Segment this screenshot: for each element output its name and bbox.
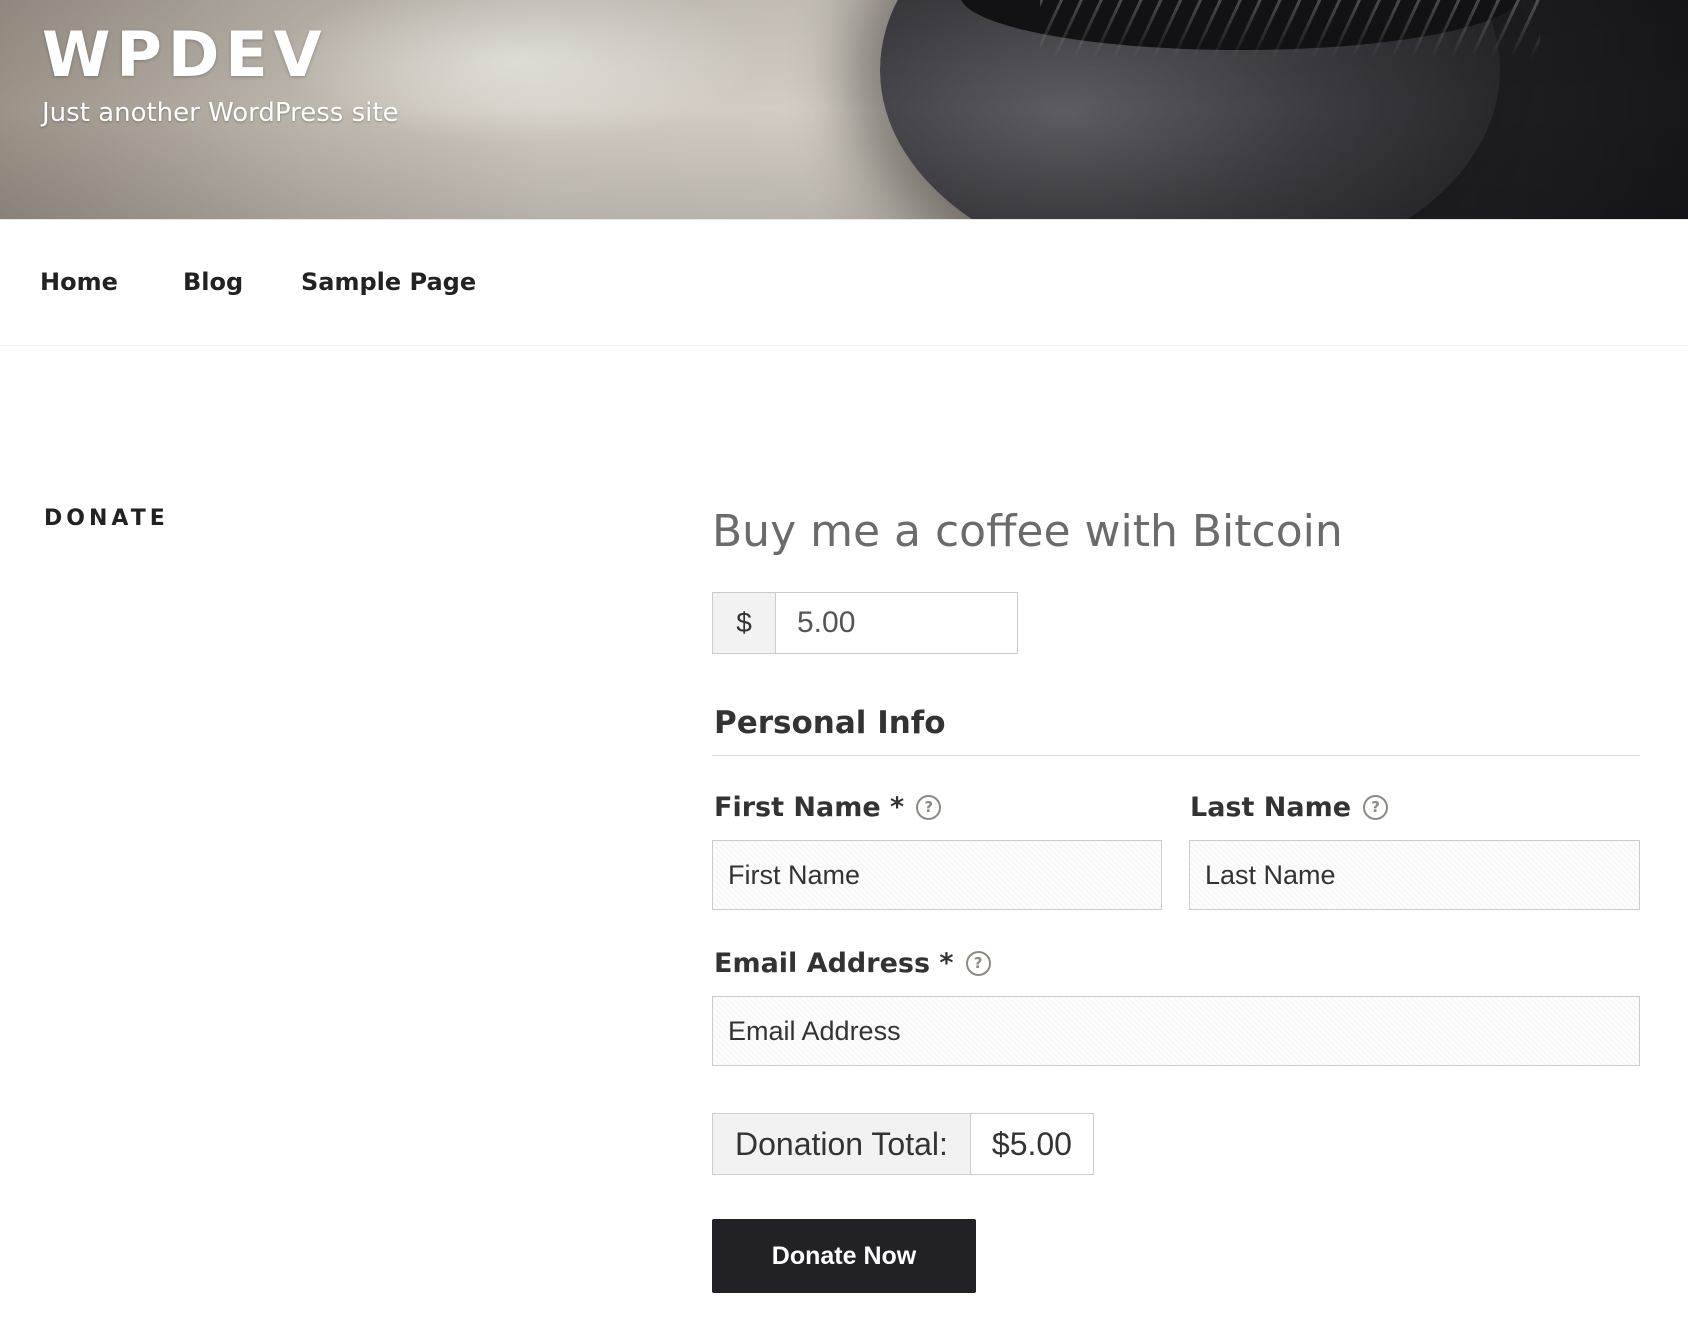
email-label: Email Address * ? (714, 948, 991, 979)
main-navigation: Home Blog Sample Page (0, 219, 1688, 346)
nav-item-home[interactable]: Home (40, 268, 118, 296)
site-header: WPDEV Just another WordPress site (0, 0, 1688, 219)
question-circle-icon[interactable]: ? (916, 795, 942, 820)
section-divider (712, 755, 1640, 756)
form-title: Buy me a coffee with Bitcoin (712, 506, 1343, 557)
site-title[interactable]: WPDEV (42, 18, 328, 91)
currency-symbol: $ (713, 593, 776, 653)
site-tagline: Just another WordPress site (42, 98, 399, 128)
question-circle-icon[interactable]: ? (1363, 795, 1389, 820)
donate-now-button[interactable]: Donate Now (712, 1219, 976, 1293)
question-circle-icon[interactable]: ? (965, 951, 991, 976)
donation-total: Donation Total: $5.00 (712, 1113, 1094, 1175)
first-name-label-text: First Name * (714, 792, 905, 823)
page-title: DONATE (44, 506, 169, 531)
personal-info-title: Personal Info (714, 705, 946, 741)
last-name-label: Last Name ? (1190, 792, 1389, 823)
nav-item-sample-page[interactable]: Sample Page (301, 268, 476, 296)
donation-total-label: Donation Total: (713, 1114, 971, 1174)
first-name-field[interactable] (712, 840, 1162, 910)
last-name-field[interactable] (1189, 840, 1640, 910)
nav-item-blog[interactable]: Blog (183, 268, 243, 296)
donation-amount-input[interactable] (776, 593, 1017, 653)
last-name-label-text: Last Name (1190, 792, 1352, 823)
donation-total-amount: $5.00 (970, 1114, 1093, 1174)
first-name-label: First Name * ? (714, 792, 942, 823)
donation-amount-group: $ (712, 592, 1018, 654)
email-field[interactable] (712, 996, 1640, 1066)
email-label-text: Email Address * (714, 948, 954, 979)
